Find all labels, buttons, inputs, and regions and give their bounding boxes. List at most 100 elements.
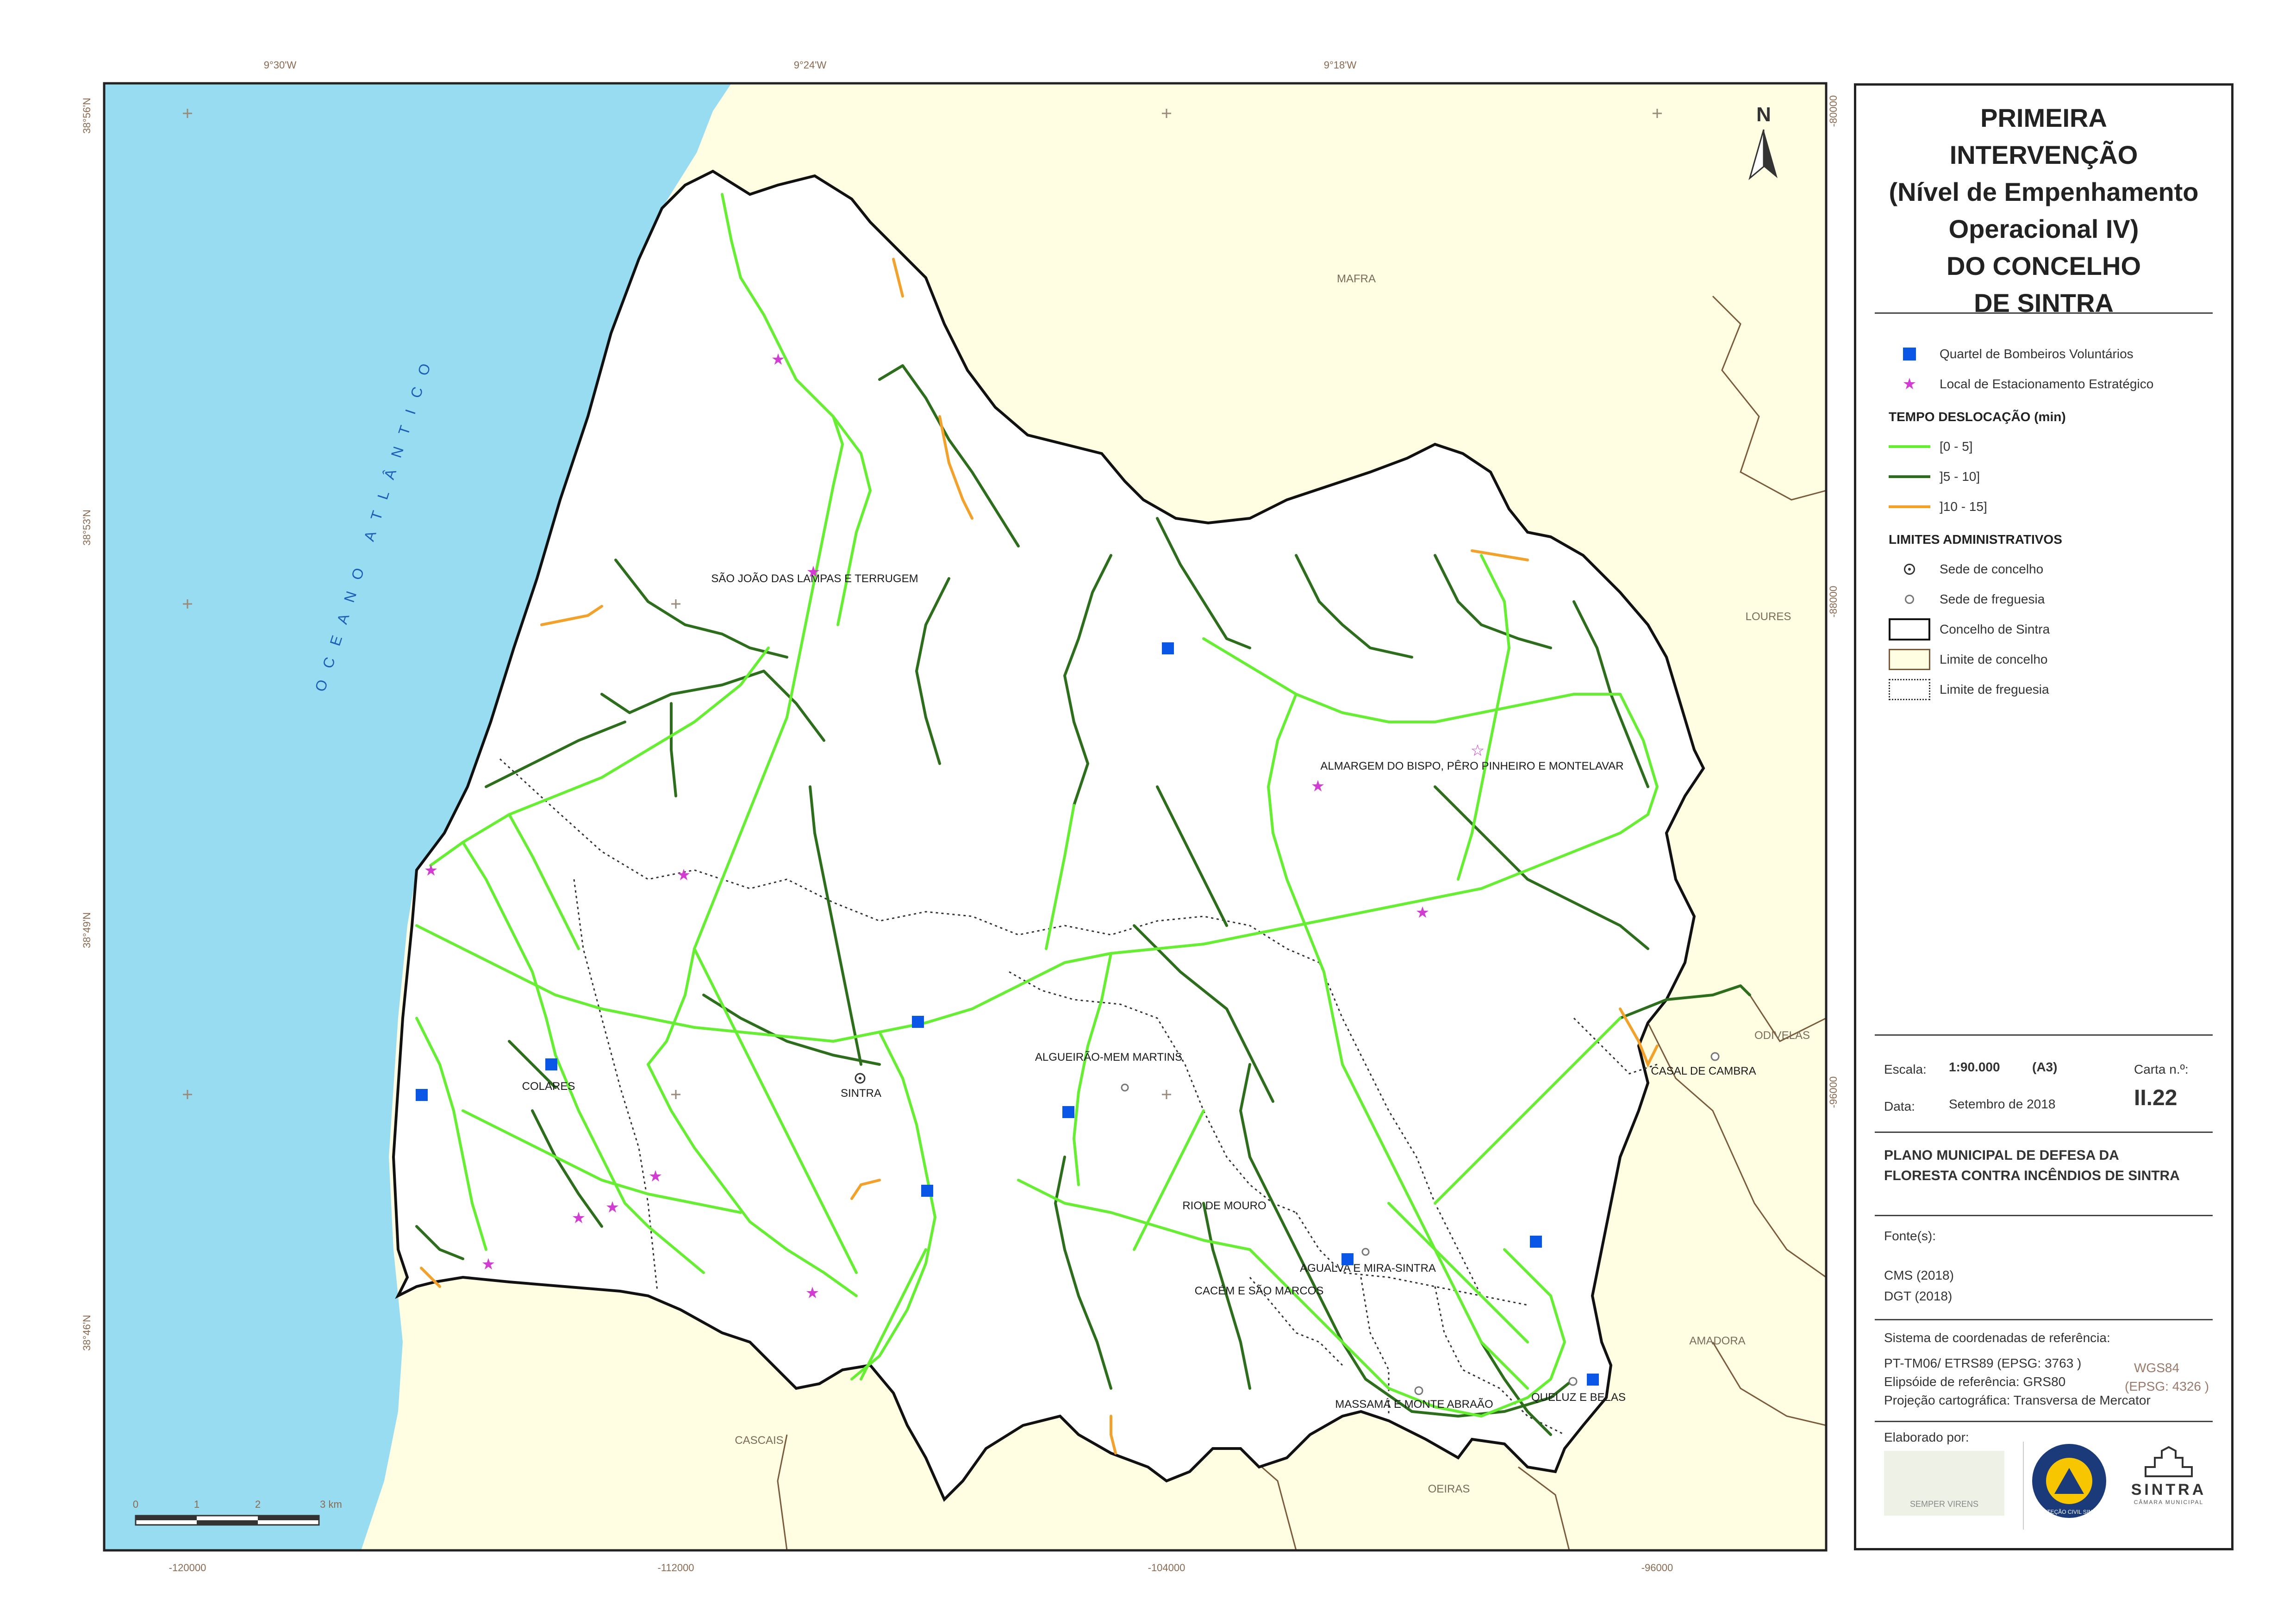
fire-station-icon bbox=[1062, 1106, 1074, 1118]
crs-line-3: Projeção cartográfica: Transversa de Mer… bbox=[1884, 1393, 2151, 1407]
parish-label: QUELUZ E BELAS bbox=[1531, 1391, 1626, 1404]
date-label: Data: bbox=[1884, 1099, 1915, 1113]
svg-text:1: 1 bbox=[194, 1499, 200, 1510]
wgs-epsg: (EPSG: 4326 ) bbox=[2125, 1379, 2209, 1393]
parish-label: ALMARGEM DO BISPO, PÊRO PINHEIRO E MONTE… bbox=[1320, 760, 1623, 772]
parish-seat-icon bbox=[1905, 595, 1914, 604]
fire-station-icon bbox=[1162, 642, 1174, 654]
polygon-swatch-icon bbox=[1889, 618, 1930, 640]
fire-station-icon bbox=[912, 1016, 924, 1028]
legend-class-0-5: [0 - 5] bbox=[1889, 435, 1973, 458]
wgs-label: WGS84 bbox=[2134, 1361, 2180, 1375]
elaborated-label: Elaborado por: bbox=[1884, 1430, 1969, 1444]
x-label-4: -96000 bbox=[1641, 1562, 1673, 1573]
legend-council-limit: Limite de concelho bbox=[1889, 648, 2047, 671]
staging-star-icon: ★ bbox=[771, 350, 785, 369]
lat-label-2: 38°53'N bbox=[81, 510, 93, 546]
staging-star-icon: ★ bbox=[1902, 375, 1917, 393]
staging-star-icon: ★ bbox=[424, 861, 438, 880]
parish-label: AGUALVA E MIRA-SINTRA bbox=[1300, 1262, 1436, 1275]
neighbor-cascais: CASCAIS bbox=[735, 1434, 783, 1447]
legend-time-heading: TEMPO DESLOCAÇÃO (min) bbox=[1889, 410, 2066, 424]
lat-label-1: 38°56'N bbox=[81, 98, 93, 134]
fire-station-icon bbox=[545, 1058, 557, 1070]
legend-staging: ★ Local de Estacionamento Estratégico bbox=[1902, 375, 2154, 393]
svg-text:0: 0 bbox=[133, 1499, 138, 1510]
x-label-2: -112000 bbox=[657, 1562, 694, 1573]
semper-virens-logo: SEMPER VIRENS bbox=[1884, 1451, 2004, 1516]
crs-line-2: Elipsóide de referência: GRS80 bbox=[1884, 1374, 2066, 1389]
neighbor-odivelas: ODIVELAS bbox=[1754, 1029, 1810, 1042]
x-label-3: -104000 bbox=[1148, 1562, 1185, 1573]
lat-label-3: 38°49'N bbox=[81, 912, 93, 948]
paper-size: (A3) bbox=[2032, 1060, 2058, 1074]
staging-star-icon: ★ bbox=[677, 866, 691, 884]
fire-station-icon bbox=[921, 1185, 933, 1197]
fire-station-icon bbox=[1587, 1374, 1599, 1386]
north-label: N bbox=[1756, 103, 1771, 126]
lon-label-2: 9°24'W bbox=[794, 59, 827, 71]
legend-fire-station: Quartel de Bombeiros Voluntários bbox=[1889, 342, 2134, 366]
source-2: DGT (2018) bbox=[1884, 1289, 1953, 1303]
legend-panel: PRIMEIRA INTERVENÇÃO (Nível de Empenhame… bbox=[1854, 83, 2234, 1550]
lon-label-1: 9°30'W bbox=[264, 59, 297, 71]
legend-parish-seat: Sede de freguesia bbox=[1889, 588, 2045, 611]
logo-divider bbox=[2023, 1442, 2024, 1530]
plan-title: PLANO MUNICIPAL DE DEFESA DA FLORESTA CO… bbox=[1884, 1148, 2180, 1183]
x-label-1: -120000 bbox=[169, 1562, 206, 1573]
staging-star-icon: ★ bbox=[649, 1167, 662, 1186]
plan-divider bbox=[1875, 1132, 2213, 1133]
y-label-2: -88000 bbox=[1828, 586, 1839, 618]
polygon-swatch-icon bbox=[1889, 649, 1930, 670]
map-title: PRIMEIRA INTERVENÇÃO (Nível de Empenhame… bbox=[1889, 103, 2199, 317]
council-seat-marker bbox=[855, 1073, 866, 1084]
civil-protection-logo: PROTEÇÃO CIVIL SINTRA bbox=[2032, 1444, 2106, 1518]
lat-label-4: 38°46'N bbox=[81, 1315, 93, 1351]
scale-value: 1:90.000 bbox=[1949, 1060, 2000, 1074]
fire-station-icon bbox=[416, 1089, 428, 1101]
line-swatch-icon bbox=[1889, 445, 1930, 448]
plan-title-divider bbox=[1875, 1215, 2213, 1216]
sheet-label: Carta n.º: bbox=[2134, 1062, 2189, 1076]
staging-star-icon: ★ bbox=[1311, 777, 1325, 796]
sheet-value: II.22 bbox=[2134, 1086, 2177, 1110]
y-label-3: -96000 bbox=[1828, 1076, 1839, 1108]
neighbor-loures: LOURES bbox=[1746, 610, 1791, 623]
legend-parish-limit: Limite de freguesia bbox=[1889, 678, 2049, 701]
parish-label: MASSAMÁ E MONTE ABRAÃO bbox=[1335, 1398, 1493, 1411]
neighbor-mafra: MAFRA bbox=[1337, 273, 1376, 285]
parish-label: CASAL DE CAMBRA bbox=[1651, 1065, 1756, 1077]
title-divider bbox=[1875, 312, 2213, 314]
staging-star-icon: ★ bbox=[1416, 903, 1429, 922]
staging-star-icon: ★ bbox=[605, 1198, 619, 1217]
staging-star-icon: ☆ bbox=[1471, 741, 1485, 760]
svg-text:2: 2 bbox=[255, 1499, 261, 1510]
line-swatch-icon bbox=[1889, 475, 1930, 478]
info-divider bbox=[1875, 1034, 2213, 1036]
fire-station-icon bbox=[1903, 348, 1916, 361]
credits-divider bbox=[1875, 1421, 2213, 1422]
legend-class-10-15: ]10 - 15] bbox=[1889, 495, 1987, 518]
scale-label: Escala: bbox=[1884, 1062, 1927, 1076]
fire-station-icon bbox=[1530, 1236, 1542, 1248]
parish-label: ALGUEIRÃO-MEM MARTINS bbox=[1035, 1051, 1182, 1063]
sintra-logo: SINTRA CÂMARA MUNICIPAL bbox=[2122, 1446, 2215, 1516]
parish-label: CACÉM E SÃO MARCOS bbox=[1195, 1285, 1324, 1297]
legend-council-seat: Sede de concelho bbox=[1889, 558, 2043, 581]
polygon-swatch-icon bbox=[1889, 679, 1930, 700]
date-value: Setembro de 2018 bbox=[1949, 1097, 2056, 1111]
council-seat-icon bbox=[1904, 564, 1915, 575]
legend-class-5-10: ]5 - 10] bbox=[1889, 465, 1980, 488]
lon-label-3: 9°18'W bbox=[1324, 59, 1357, 71]
crs-label: Sistema de coordenadas de referência: bbox=[1884, 1331, 2110, 1345]
legend-admin-heading: LIMITES ADMINISTRATIVOS bbox=[1889, 532, 2062, 547]
staging-star-icon: ★ bbox=[806, 563, 820, 581]
legend-council: Concelho de Sintra bbox=[1889, 618, 2050, 641]
staging-star-icon: ★ bbox=[572, 1209, 586, 1227]
fire-station-icon bbox=[1341, 1253, 1354, 1265]
neighbor-oeiras: OEIRAS bbox=[1428, 1483, 1470, 1495]
crs-line-1: PT-TM06/ ETRS89 (EPSG: 3763 ) bbox=[1884, 1356, 2082, 1370]
line-swatch-icon bbox=[1889, 505, 1930, 508]
y-label-1: -80000 bbox=[1828, 95, 1839, 127]
parish-label: RIO DE MOURO bbox=[1182, 1200, 1266, 1212]
